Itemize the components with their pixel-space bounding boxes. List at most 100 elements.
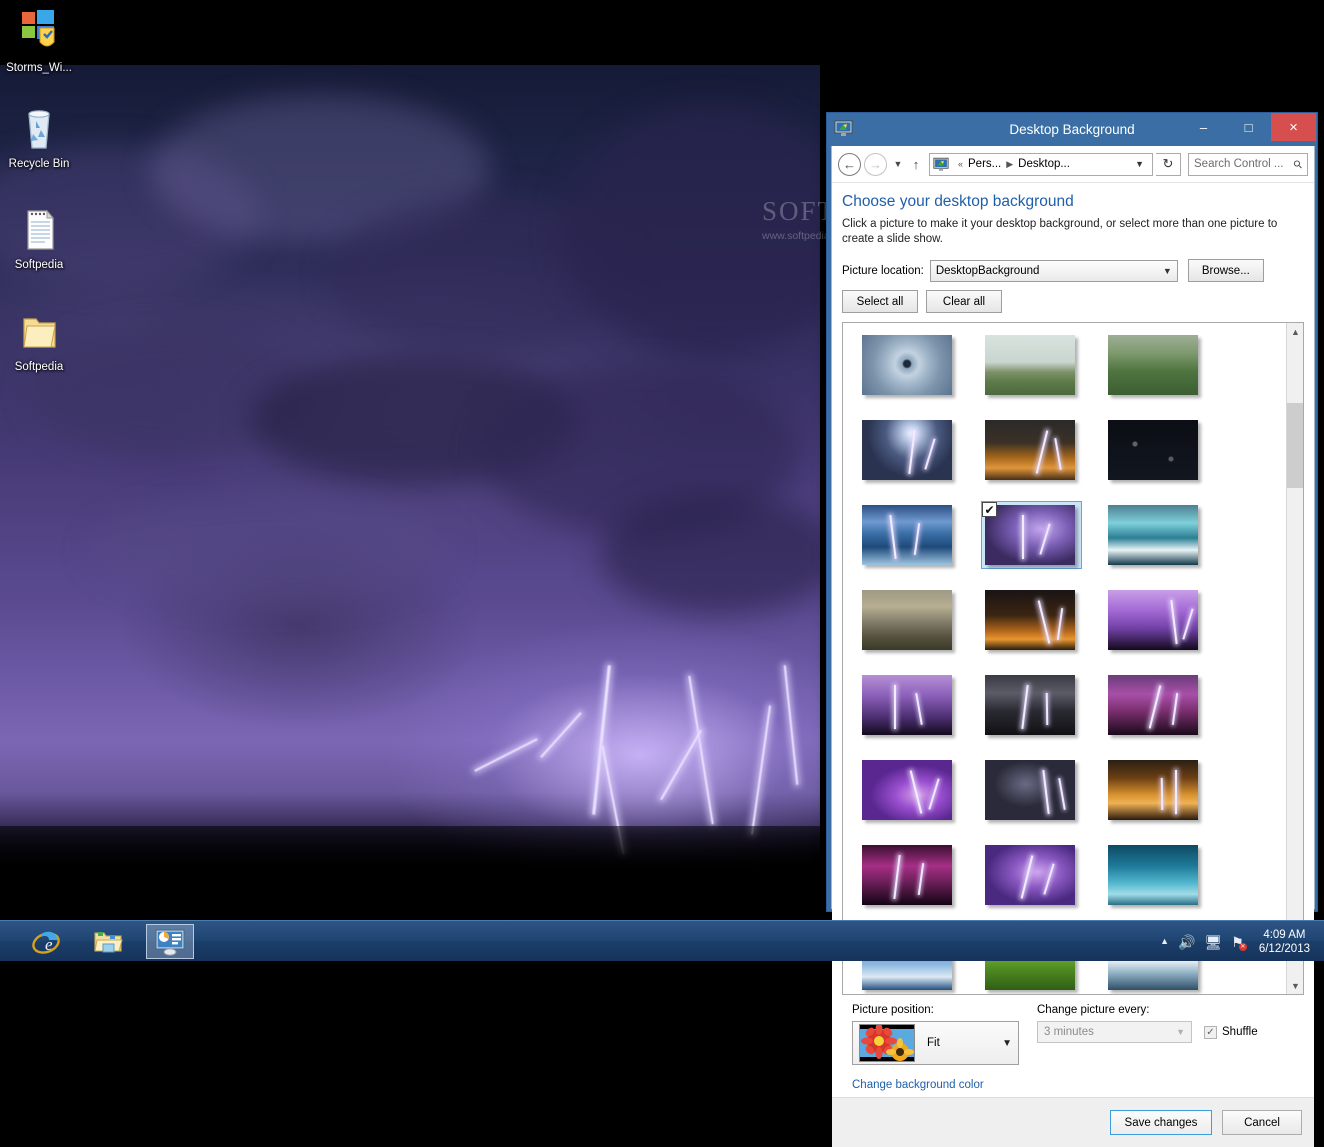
wallpaper-thumbnail[interactable] bbox=[985, 590, 1075, 650]
search-input[interactable]: Search Control ... ⚲ bbox=[1188, 152, 1308, 176]
wallpaper-thumbnail[interactable] bbox=[862, 675, 952, 735]
taskbar-button-desktop-background[interactable] bbox=[146, 924, 194, 959]
scroll-down-icon[interactable]: ▼ bbox=[1287, 977, 1303, 994]
lightning-streak bbox=[1058, 778, 1066, 810]
close-button[interactable]: × bbox=[1271, 113, 1316, 141]
thumbnail-cell[interactable] bbox=[1104, 331, 1205, 399]
checkbox-checked-icon[interactable]: ✔ bbox=[982, 502, 997, 517]
internet-explorer-icon: e bbox=[32, 931, 60, 954]
wallpaper-thumbnail[interactable] bbox=[862, 335, 952, 395]
lightning-streak bbox=[908, 430, 916, 474]
wallpaper-thumbnail[interactable] bbox=[985, 505, 1075, 565]
thumbnail-cell[interactable] bbox=[858, 331, 959, 399]
wallpaper-thumbnail[interactable] bbox=[985, 760, 1075, 820]
wallpaper-thumbnail[interactable] bbox=[985, 675, 1075, 735]
window-body: ← → ▼ ↑ « Pers... ▶ Desktop... ▼ ↻ Searc… bbox=[831, 146, 1315, 1147]
change-interval-select[interactable]: 3 minutes ▼ bbox=[1037, 1021, 1192, 1043]
thumbnail-cell[interactable] bbox=[981, 586, 1082, 654]
wallpaper-thumbnail[interactable] bbox=[1108, 845, 1198, 905]
thumbnail-cell[interactable] bbox=[858, 841, 959, 909]
lightning-streak bbox=[894, 685, 896, 729]
minimize-button[interactable]: – bbox=[1181, 113, 1226, 141]
window-titlebar[interactable]: Desktop Background – □ × bbox=[827, 113, 1317, 146]
thumbnail-cell[interactable] bbox=[981, 756, 1082, 824]
maximize-button[interactable]: □ bbox=[1226, 113, 1271, 141]
speaker-icon[interactable]: 🔊 bbox=[1178, 935, 1195, 949]
wallpaper-thumbnail[interactable] bbox=[862, 505, 952, 565]
taskbar-button-file-explorer[interactable] bbox=[84, 924, 132, 959]
wallpaper-thumbnail[interactable] bbox=[1108, 760, 1198, 820]
select-all-button[interactable]: Select all bbox=[842, 290, 918, 313]
clock[interactable]: 4:09 AM 6/12/2013 bbox=[1253, 928, 1316, 956]
forward-icon[interactable]: → bbox=[864, 152, 887, 176]
picture-location-select[interactable]: DesktopBackground ▼ bbox=[929, 259, 1178, 282]
vertical-scrollbar[interactable]: ▲ ▼ bbox=[1286, 323, 1303, 994]
page-title: Choose your desktop background bbox=[842, 193, 1074, 210]
wallpaper-thumbnail[interactable] bbox=[1108, 335, 1198, 395]
wallpaper-thumbnail[interactable] bbox=[1108, 590, 1198, 650]
wallpaper-thumbnail[interactable] bbox=[1108, 675, 1198, 735]
desktop-icon-label: Softpedia bbox=[14, 361, 64, 373]
breadcrumb[interactable]: « Pers... ▶ Desktop... ▼ bbox=[929, 152, 1153, 176]
scroll-up-icon[interactable]: ▲ bbox=[1287, 323, 1303, 340]
thumbnail-cell[interactable] bbox=[981, 671, 1082, 739]
refresh-icon[interactable]: ↻ bbox=[1156, 152, 1181, 176]
thumbnail-cell[interactable] bbox=[981, 416, 1082, 484]
browse-button[interactable]: Browse... bbox=[1187, 259, 1264, 282]
thumbnail-cell[interactable] bbox=[858, 416, 959, 484]
change-background-color-link[interactable]: Change background color bbox=[842, 1065, 1304, 1091]
chevron-down-icon[interactable]: ▼ bbox=[1130, 159, 1149, 169]
thumbnail-cell[interactable] bbox=[981, 841, 1082, 909]
desktop-icon-recycle-bin[interactable]: Recycle Bin bbox=[0, 104, 78, 171]
thumbnail-cell[interactable] bbox=[1104, 756, 1205, 824]
up-one-level-icon[interactable]: ↑ bbox=[906, 153, 926, 176]
wallpaper-thumbnail[interactable] bbox=[985, 845, 1075, 905]
lightning-streak bbox=[1148, 685, 1162, 729]
lightning-streak bbox=[924, 438, 936, 470]
address-bar: ← → ▼ ↑ « Pers... ▶ Desktop... ▼ ↻ Searc… bbox=[832, 146, 1314, 183]
breadcrumb-item-personalization[interactable]: Pers... bbox=[968, 158, 1001, 170]
shuffle-checkbox[interactable]: ✓ Shuffle bbox=[1204, 1025, 1258, 1039]
thumbnail-cell[interactable] bbox=[1104, 671, 1205, 739]
wallpaper-thumbnail[interactable] bbox=[985, 420, 1075, 480]
taskbar[interactable]: e ▲ 🔊 🖥 ⚑ ✕ 4:09 AM 6/12/2013 bbox=[0, 920, 1324, 961]
picture-position-column: Picture position: Fit ▼ bbox=[852, 1004, 1027, 1065]
network-icon[interactable]: 🖥 bbox=[1204, 935, 1222, 949]
wallpaper-thumbnail[interactable] bbox=[1108, 505, 1198, 565]
thumbnail-cell[interactable] bbox=[1104, 586, 1205, 654]
cancel-button[interactable]: Cancel bbox=[1222, 1110, 1302, 1135]
wallpaper-thumbnail[interactable] bbox=[985, 335, 1075, 395]
picture-position-select[interactable]: Fit ▼ bbox=[852, 1021, 1019, 1065]
flag-problem-icon[interactable]: ⚑ ✕ bbox=[1231, 935, 1247, 951]
scrollbar-thumb[interactable] bbox=[1287, 403, 1303, 488]
desktop-icon-softpedia-folder[interactable]: Softpedia bbox=[0, 307, 78, 374]
thumbnail-cell[interactable]: ✔ bbox=[981, 501, 1082, 569]
thumbnail-cell[interactable] bbox=[858, 501, 959, 569]
thumbnail-cell[interactable] bbox=[1104, 416, 1205, 484]
wallpaper-thumbnail[interactable] bbox=[1108, 420, 1198, 480]
wallpaper-thumbnail[interactable] bbox=[862, 590, 952, 650]
thumbnail-cell[interactable] bbox=[858, 586, 959, 654]
show-hidden-icons-icon[interactable]: ▲ bbox=[1160, 937, 1169, 946]
back-icon[interactable]: ← bbox=[838, 152, 861, 176]
save-changes-button[interactable]: Save changes bbox=[1110, 1110, 1212, 1135]
thumbnail-cell[interactable] bbox=[858, 756, 959, 824]
recent-locations-icon[interactable]: ▼ bbox=[890, 153, 906, 176]
thumbnail-cell[interactable] bbox=[858, 671, 959, 739]
system-tray[interactable]: ▲ 🔊 🖥 ⚑ ✕ 4:09 AM 6/12/2013 bbox=[1160, 921, 1324, 962]
desktop-icon-softpedia-document[interactable]: Softpedia bbox=[0, 205, 78, 272]
wallpaper-thumbnail[interactable] bbox=[862, 845, 952, 905]
breadcrumb-item-desktop[interactable]: Desktop... bbox=[1018, 158, 1070, 170]
clear-all-button[interactable]: Clear all bbox=[926, 290, 1002, 313]
wallpaper-thumbnail[interactable] bbox=[862, 420, 952, 480]
desktop-icon-storms-theme[interactable]: Storms_Wi... bbox=[0, 8, 78, 75]
wallpaper-thumbnail[interactable] bbox=[862, 760, 952, 820]
taskbar-button-internet-explorer[interactable]: e bbox=[22, 924, 70, 959]
thumbnail-cell[interactable] bbox=[1104, 841, 1205, 909]
desktop[interactable]: SOFTPEDIA www.softpedia.com Storms_Wi... bbox=[0, 0, 1324, 1147]
thumbnail-grid[interactable]: ✔ bbox=[843, 323, 1286, 994]
thumbnail-cell[interactable] bbox=[1104, 501, 1205, 569]
thumbnail-cell[interactable] bbox=[981, 331, 1082, 399]
desktop-background-window[interactable]: Desktop Background – □ × ← → ▼ ↑ « Pers.… bbox=[826, 112, 1318, 1147]
display-monitor-icon bbox=[933, 157, 949, 172]
